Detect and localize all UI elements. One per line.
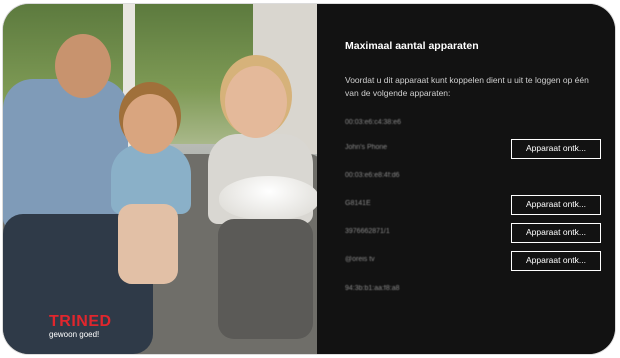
device-row: G8141E Apparaat ontk...	[345, 195, 605, 215]
device-name: 3976662871/1	[345, 228, 390, 235]
disconnect-device-button[interactable]: Apparaat ontk...	[511, 195, 601, 215]
device-name: 00:03:e6:e8:4f:d6	[345, 172, 400, 179]
person-dad-shirt	[3, 79, 128, 229]
device-name: 94:3b:b1:aa:f8:a8	[345, 285, 400, 292]
device-name: John's Phone	[345, 144, 388, 151]
brand-logo: TRINED gewoon goed!	[49, 314, 112, 340]
device-name: G8141E	[345, 200, 371, 207]
device-name: 00:03:e6:c4:38:e6	[345, 119, 402, 126]
device-row: 00:03:e6:c4:38:e6	[345, 114, 605, 134]
device-row: 94:3b:b1:aa:f8:a8	[345, 280, 605, 300]
disconnect-device-button[interactable]: Apparaat ontk...	[511, 251, 601, 271]
tv-screen: TRINED gewoon goed! Maximaal aantal appa…	[3, 4, 615, 354]
family-photo: TRINED gewoon goed!	[3, 4, 317, 354]
person-child-head	[225, 66, 287, 138]
person-child-legs	[218, 219, 313, 339]
dialog-description: Voordat u dit apparaat kunt koppelen die…	[345, 75, 589, 98]
person-girl-head	[123, 94, 177, 154]
dialog-title: Maximaal aantal apparaten	[345, 40, 479, 52]
brand-name: TRINED	[49, 313, 112, 330]
max-devices-dialog: Maximaal aantal apparaten Voordat u dit …	[317, 4, 615, 354]
device-row: 00:03:e6:e8:4f:d6	[345, 167, 605, 187]
disconnect-device-button[interactable]: Apparaat ontk...	[511, 139, 601, 159]
person-girl-legs	[118, 204, 178, 284]
device-name: @oreis tv	[345, 256, 375, 263]
device-row: @oreis tv Apparaat ontk...	[345, 251, 605, 271]
person-dad-head	[55, 34, 111, 98]
device-row: John's Phone Apparaat ontk...	[345, 139, 605, 159]
device-row: 3976662871/1 Apparaat ontk...	[345, 223, 605, 243]
disconnect-device-button[interactable]: Apparaat ontk...	[511, 223, 601, 243]
popcorn-bowl	[219, 176, 317, 220]
brand-tagline: gewoon goed!	[49, 330, 100, 339]
